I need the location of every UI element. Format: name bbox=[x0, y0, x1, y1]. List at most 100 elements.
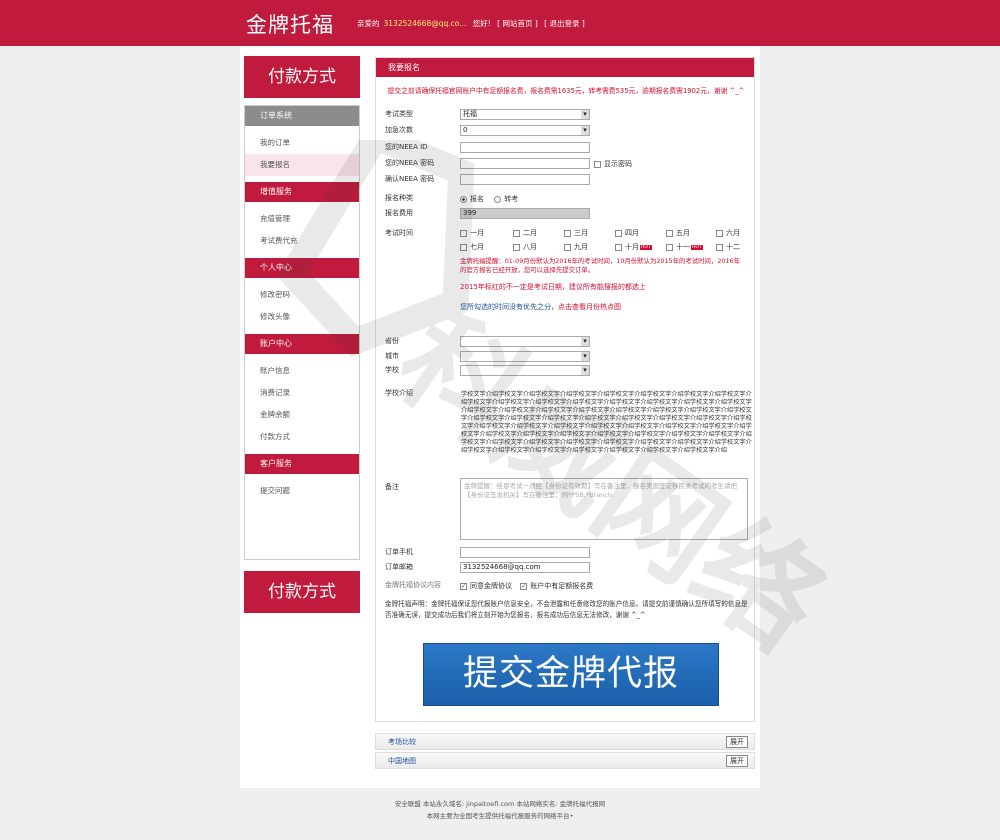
month-sep[interactable]: 九月 bbox=[564, 242, 588, 252]
show-password-checkbox[interactable] bbox=[594, 160, 601, 168]
month-checkbox[interactable] bbox=[666, 243, 673, 251]
month-checkbox[interactable] bbox=[460, 243, 467, 251]
sidebar-item-account-info[interactable]: 账户信息 bbox=[245, 360, 359, 382]
month-checkbox[interactable] bbox=[460, 229, 467, 237]
neea-password-input[interactable] bbox=[460, 158, 590, 169]
confirm-password-input[interactable] bbox=[460, 174, 590, 185]
sidebar-item-payment[interactable]: 付款方式 bbox=[245, 426, 359, 448]
month-checkbox[interactable] bbox=[716, 229, 723, 237]
month-label: 十二 bbox=[726, 243, 740, 251]
show-password-toggle[interactable]: 显示密码 bbox=[594, 159, 632, 169]
urgent-label: 加急次数 bbox=[385, 126, 413, 134]
agree-fee-checkbox[interactable] bbox=[520, 582, 528, 590]
neea-id-input[interactable] bbox=[460, 142, 590, 153]
hotmap-link[interactable]: 点击查看月份热点图 bbox=[558, 303, 621, 311]
sidebar-top: 付款方式 bbox=[244, 56, 360, 98]
footer: 安全联盟 本站永久域名: jinpaitoefl.com 本站网络实名: 金牌托… bbox=[240, 798, 760, 822]
month-feb[interactable]: 二月 bbox=[513, 228, 537, 238]
pay-method-banner-bottom[interactable]: 付款方式 bbox=[244, 571, 360, 613]
school-intro-label: 学校介绍 bbox=[385, 389, 413, 397]
user-bar: 亲爱的 3132524668@qq.co... 您好! [ 网站首页 ] [ 退出… bbox=[357, 18, 589, 29]
city-select[interactable] bbox=[460, 351, 590, 362]
month-jun[interactable]: 六月 bbox=[716, 228, 740, 238]
sidebar-item-change-password[interactable]: 修改密码 bbox=[245, 284, 359, 306]
greeting-suffix: 您好! bbox=[472, 19, 491, 28]
show-password-label: 显示密码 bbox=[604, 160, 632, 168]
brand-logo[interactable]: 金牌托福 bbox=[246, 9, 334, 39]
agree-protocol-checkbox[interactable] bbox=[460, 582, 467, 590]
phone-input[interactable] bbox=[460, 547, 590, 558]
sidebar-item-change-avatar[interactable]: 修改头像 bbox=[245, 306, 359, 328]
month-tip: 金牌托福提醒：01-09月份默认为2016年的考试时间，10月份默认为2015年… bbox=[460, 257, 740, 274]
reg-type-label: 报名种类 bbox=[385, 194, 413, 202]
month-checkbox[interactable] bbox=[564, 229, 571, 237]
fee-label: 报名费用 bbox=[385, 209, 413, 217]
fee-value: 399 bbox=[460, 208, 590, 219]
sidebar-item-spending[interactable]: 消费记录 bbox=[245, 382, 359, 404]
exam-type-select[interactable]: 托福 bbox=[460, 109, 590, 120]
form-notice: 提交之前请确保托福官网账户中有足额报名费，报名费需1635元，转考需费535元，… bbox=[387, 87, 745, 95]
submit-button[interactable]: 提交金牌代报 bbox=[423, 643, 719, 706]
school-intro-text: 学校文字介绍学校文字介绍学校文字介绍学校文字介绍学校文字介绍学校文字介绍学校文字… bbox=[461, 391, 752, 454]
month-label: 三月 bbox=[574, 229, 588, 237]
accordion-exam-compare[interactable]: 考场比较 展开 bbox=[375, 733, 755, 750]
remark-label: 备注 bbox=[385, 483, 399, 491]
month-mar[interactable]: 三月 bbox=[564, 228, 588, 238]
urgent-select[interactable]: 0 bbox=[460, 125, 590, 136]
expand-button[interactable]: 展开 bbox=[726, 755, 748, 767]
agreement-label: 金牌托福协议内容 bbox=[385, 581, 441, 589]
expand-button[interactable]: 展开 bbox=[726, 736, 748, 748]
reg-radio-transfer[interactable] bbox=[494, 195, 502, 203]
sidebar-item-submit-question[interactable]: 提交问题 bbox=[245, 480, 359, 502]
sidebar-section-personal: 个人中心 bbox=[245, 258, 359, 278]
reg-option-register: 报名 bbox=[470, 195, 484, 203]
month-oct[interactable]: 十月 HOT bbox=[615, 242, 652, 252]
red-date-tip: 2015年标红的不一定是考试日期，建议所有能搜报的都选上 bbox=[460, 283, 646, 291]
month-label: 四月 bbox=[625, 229, 639, 237]
month-aug[interactable]: 八月 bbox=[513, 242, 537, 252]
neea-password-label: 您的NEEA 密码 bbox=[385, 159, 435, 167]
month-label: 十一 bbox=[676, 243, 690, 251]
statement-text: 金牌托福声明：金牌托福保证您代报账户信息安全，不会泄露和任意修改您的账户信息。请… bbox=[385, 600, 748, 619]
footer-line-1: 安全联盟 本站永久域名: jinpaitoefl.com 本站网络实名: 金牌托… bbox=[394, 800, 606, 808]
month-label: 二月 bbox=[523, 229, 537, 237]
accordion-china-map[interactable]: 中国地图 展开 bbox=[375, 752, 755, 769]
pay-method-banner[interactable]: 付款方式 bbox=[244, 56, 360, 98]
month-jan[interactable]: 一月 bbox=[460, 228, 484, 238]
month-checkbox[interactable] bbox=[615, 229, 622, 237]
month-may[interactable]: 五月 bbox=[666, 228, 690, 238]
sidebar-item-register[interactable]: 我要报名 bbox=[245, 154, 359, 176]
month-checkbox[interactable] bbox=[564, 243, 571, 251]
sidebar-section-value: 增值服务 bbox=[245, 182, 359, 202]
sidebar-item-recharge[interactable]: 充值管理 bbox=[245, 208, 359, 230]
reg-option-transfer: 转考 bbox=[504, 195, 519, 203]
month-checkbox[interactable] bbox=[513, 229, 520, 237]
month-jul[interactable]: 七月 bbox=[460, 242, 484, 252]
month-apr[interactable]: 四月 bbox=[615, 228, 639, 238]
month-checkbox[interactable] bbox=[615, 243, 622, 251]
priority-tip: 您所勾选的时间没有优先之分，点击查看月份热点图 bbox=[460, 302, 621, 312]
sidebar-item-my-orders[interactable]: 我的订单 bbox=[245, 132, 359, 154]
sidebar-item-balance[interactable]: 金牌余额 bbox=[245, 404, 359, 426]
month-label: 十月 bbox=[625, 243, 639, 251]
logout-link[interactable]: [ 退出登录 ] bbox=[544, 19, 585, 28]
month-checkbox[interactable] bbox=[666, 229, 673, 237]
month-dec[interactable]: 十二 bbox=[716, 242, 740, 252]
reg-radio-register[interactable] bbox=[460, 195, 467, 203]
month-checkbox[interactable] bbox=[716, 243, 723, 251]
month-label: 九月 bbox=[574, 243, 588, 251]
province-select[interactable] bbox=[460, 336, 590, 347]
home-link[interactable]: [ 网站首页 ] bbox=[497, 19, 538, 28]
email-input[interactable]: 3132524668@qq.com bbox=[460, 562, 590, 573]
month-nov[interactable]: 十一 HOT bbox=[666, 242, 703, 252]
exam-type-label: 考试类型 bbox=[385, 110, 413, 118]
sidebar-item-fee-pay[interactable]: 考试费代充 bbox=[245, 230, 359, 252]
priority-tip-text: 您所勾选的时间没有优先之分， bbox=[460, 303, 558, 311]
sidebar-menu: 订单系统 我的订单 我要报名 增值服务 充值管理 考试费代充 个人中心 修改密码… bbox=[244, 105, 360, 560]
accordion-title: 考场比较 bbox=[388, 738, 416, 746]
school-select[interactable] bbox=[460, 365, 590, 376]
month-checkbox[interactable] bbox=[513, 243, 520, 251]
agreement-options: 同意金牌协议 账户中有足额报名费 bbox=[460, 581, 593, 591]
remark-textarea[interactable]: 金牌提醒：桂恩考试一须经【身份证有效期】写在备注里，报名美国签证移民类考试的考生… bbox=[460, 478, 748, 540]
hot-badge: HOT bbox=[640, 244, 652, 250]
